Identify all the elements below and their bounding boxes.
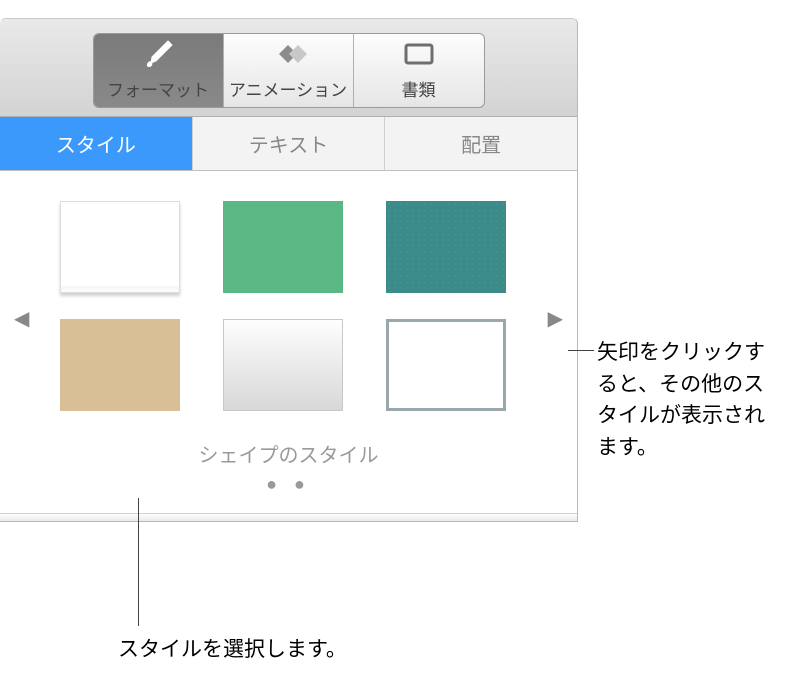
tab-style[interactable]: スタイル: [0, 117, 193, 170]
callout-line-right: [568, 350, 594, 351]
diamond-icon: [224, 34, 353, 74]
brush-icon: [94, 34, 223, 74]
callout-line-bottom: [138, 498, 139, 626]
page-indicator: ● ●: [40, 474, 537, 495]
style-swatch-teal-texture[interactable]: [386, 201, 506, 293]
segmented-control: フォーマット アニメーション 書類: [93, 33, 485, 108]
tab-text[interactable]: テキスト: [193, 117, 386, 170]
inspector-panel: フォーマット アニメーション 書類: [0, 18, 578, 522]
format-tab-button[interactable]: フォーマット: [94, 34, 224, 107]
format-tab-label: フォーマット: [94, 74, 223, 107]
style-grid: [40, 201, 537, 411]
style-swatch-tan[interactable]: [60, 319, 180, 411]
style-swatch-outline[interactable]: [386, 319, 506, 411]
callout-bottom: スタイルを選択します。: [118, 633, 347, 663]
animation-tab-button[interactable]: アニメーション: [224, 34, 354, 107]
animation-tab-label: アニメーション: [224, 74, 353, 107]
document-icon: [354, 34, 484, 74]
document-tab-button[interactable]: 書類: [354, 34, 484, 107]
style-swatch-green[interactable]: [223, 201, 343, 293]
subtab-bar: スタイル テキスト 配置: [0, 117, 577, 171]
styles-next-arrow[interactable]: ▶: [548, 306, 563, 331]
style-swatch-white-shadow[interactable]: [60, 201, 180, 293]
footer-bar: [0, 513, 577, 521]
document-tab-label: 書類: [354, 74, 484, 107]
style-swatch-gradient[interactable]: [223, 319, 343, 411]
styles-caption: シェイプのスタイル: [40, 439, 537, 468]
styles-prev-arrow[interactable]: ◀: [14, 306, 29, 331]
toolbar: フォーマット アニメーション 書類: [0, 19, 577, 117]
tab-arrange[interactable]: 配置: [385, 117, 577, 170]
callout-right: 矢印をクリックすると、その他のスタイルが表示されます。: [597, 337, 782, 463]
styles-area: ◀ ▶ シェイプのスタイル ● ●: [0, 171, 577, 513]
